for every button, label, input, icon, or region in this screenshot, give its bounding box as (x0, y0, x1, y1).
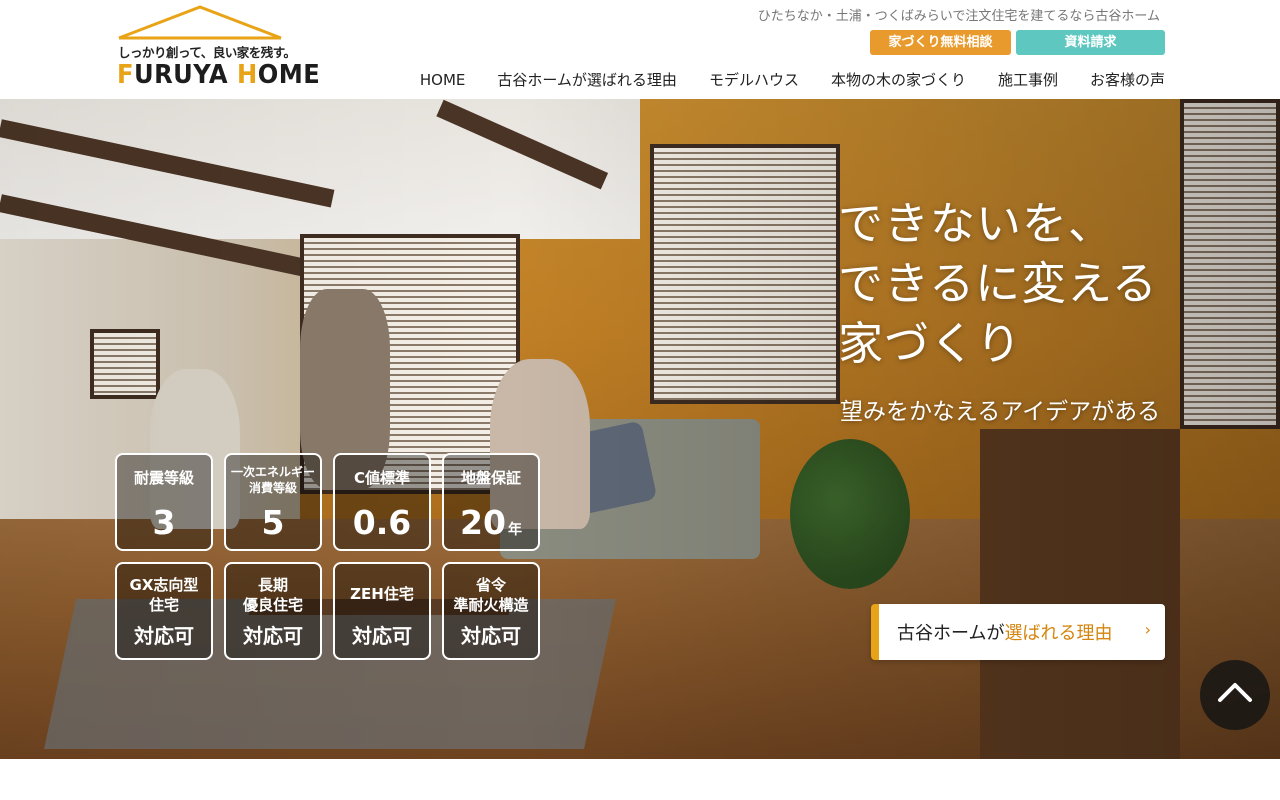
hero-headline: できないを、 できるに変える 家づくり (838, 194, 1158, 374)
hero-subline: 望みをかなえるアイデアがある (840, 399, 1161, 425)
badge-ground-warranty: 地盤保証 20 年 (442, 453, 540, 551)
badge-energy-grade: 一次エネルギー 消費等級 5 (224, 453, 322, 551)
nav-home[interactable]: HOME (404, 68, 482, 92)
nav-voices[interactable]: お客様の声 (1074, 68, 1165, 92)
header-tagline: ひたちなか・土浦・つくばみらいで注文住宅を建てるなら古谷ホーム (757, 9, 1160, 24)
logo-wordmark: FURUYA HOME (117, 60, 321, 90)
site-header: しっかり創って、良い家を残す。 FURUYA HOME ひたちなか・土浦・つくば… (0, 0, 1280, 99)
badge-long-life-house: 長期 優良住宅 対応可 (224, 562, 322, 660)
badge-c-value: C値標準 0.6 (333, 453, 431, 551)
request-documents-button[interactable]: 資料請求 (1016, 30, 1165, 55)
badge-gx-house: GX志向型 住宅 対応可 (115, 562, 213, 660)
hero-headline-line: できるに変える (838, 257, 1158, 310)
badge-fire-resistant: 省令 準耐火構造 対応可 (442, 562, 540, 660)
hero-section: できないを、 できるに変える 家づくり 望みをかなえるアイデアがある 耐震等級 … (0, 99, 1280, 759)
site-logo[interactable]: しっかり創って、良い家を残す。 FURUYA HOME (117, 5, 320, 91)
free-consultation-button[interactable]: 家づくり無料相談 (870, 30, 1011, 55)
global-nav: HOME 古谷ホームが選ばれる理由 モデルハウス 本物の木の家づくり 施工事例 … (404, 68, 1165, 92)
logo-tagline: しっかり創って、良い家を残す。 (118, 45, 296, 60)
hero-headline-line: できないを、 (838, 197, 1115, 250)
chevron-up-icon (1218, 683, 1252, 702)
badge-zeh-house: ZEH住宅 対応可 (333, 562, 431, 660)
chevron-right-icon: › (1144, 620, 1151, 639)
nav-wooden-house[interactable]: 本物の木の家づくり (815, 68, 982, 92)
hero-headline-line: 家づくり (838, 317, 1023, 370)
nav-reasons[interactable]: 古谷ホームが選ばれる理由 (481, 68, 693, 92)
nav-model-house[interactable]: モデルハウス (693, 68, 815, 92)
badge-seismic-grade: 耐震等級 3 (115, 453, 213, 551)
back-to-top-button[interactable] (1200, 660, 1270, 730)
nav-works[interactable]: 施工事例 (982, 68, 1074, 92)
reasons-button[interactable]: 古谷ホームが選ばれる理由 › (871, 604, 1165, 660)
roof-icon (118, 5, 282, 40)
